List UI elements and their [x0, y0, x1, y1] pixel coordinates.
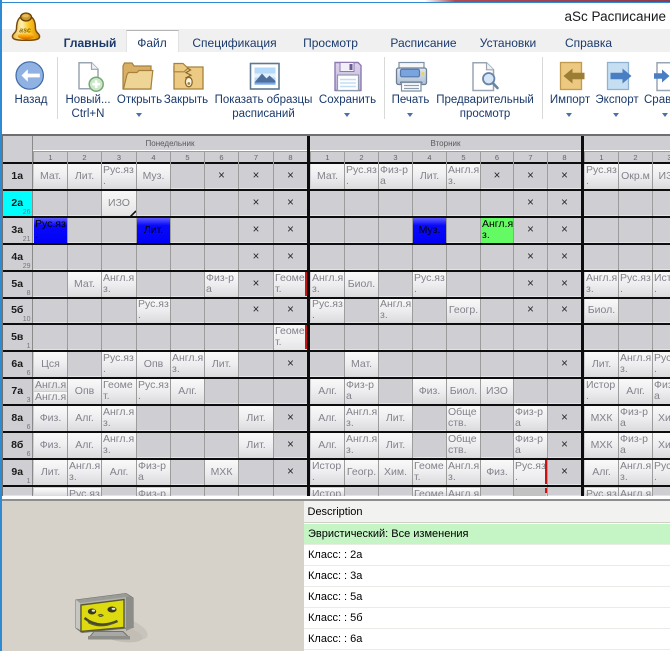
svg-text:asc: asc	[19, 28, 31, 35]
